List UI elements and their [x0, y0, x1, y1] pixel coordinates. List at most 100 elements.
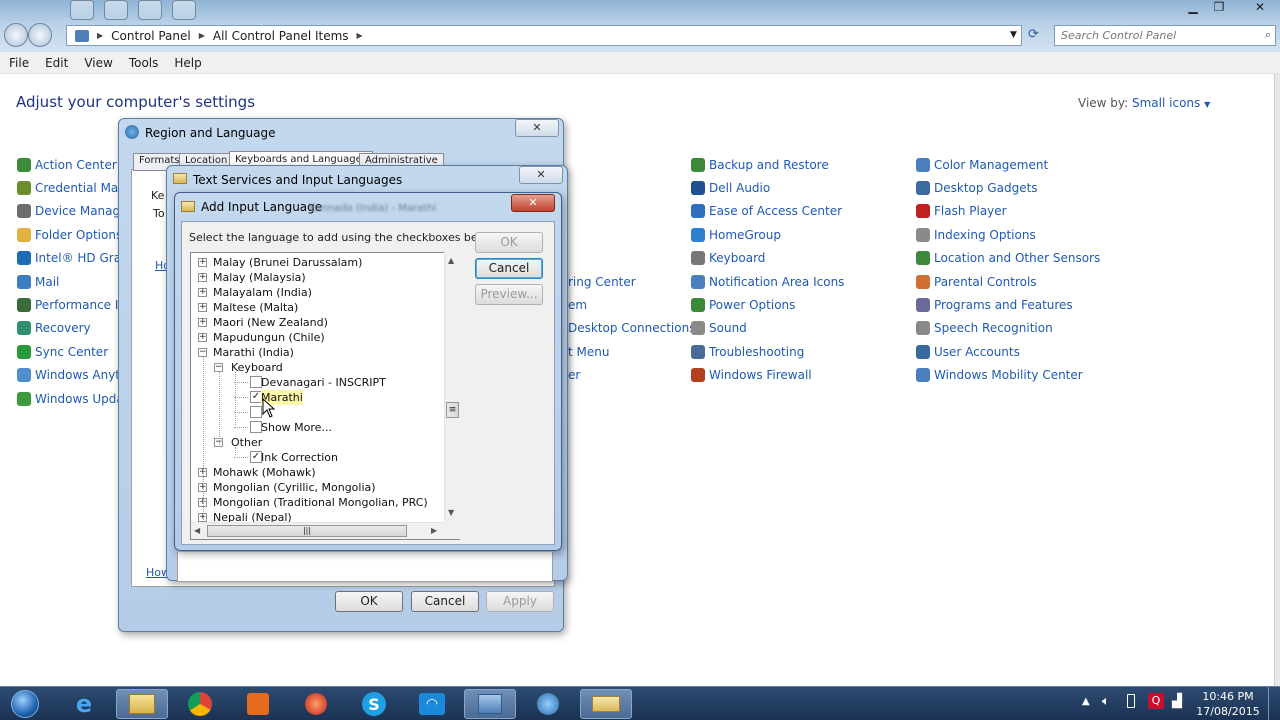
control-panel-item[interactable]: Keyboard [691, 247, 891, 270]
control-panel-item[interactable]: Desktop Gadgets [916, 176, 1116, 199]
control-panel-item[interactable]: HomeGroup [691, 223, 891, 246]
show-desktop-button[interactable] [1268, 687, 1280, 720]
control-panel-item[interactable]: User Accounts [916, 340, 1116, 363]
control-panel-item[interactable]: Intel® HD Graph [17, 247, 121, 270]
menu-help[interactable]: Help [174, 56, 201, 70]
control-panel-item[interactable]: Windows Anytim [17, 364, 121, 387]
control-panel-item[interactable]: Recovery [17, 317, 121, 340]
control-panel-item[interactable]: Windows Update [17, 387, 121, 410]
control-panel-item[interactable]: Speech Recognition [916, 317, 1116, 340]
control-panel-item[interactable]: Dell Audio [691, 176, 891, 199]
region-cancel-button[interactable]: Cancel [411, 591, 479, 612]
expand-icon[interactable]: + [198, 318, 207, 327]
taskbar-control-panel[interactable] [464, 689, 516, 719]
forward-button[interactable] [28, 23, 52, 47]
control-panel-item[interactable]: Desktop Connections [568, 317, 695, 340]
tree-item-label[interactable]: Mapudungun (Chile) [213, 330, 325, 345]
control-panel-item[interactable]: Power Options [691, 293, 891, 316]
close-button[interactable]: ✕ [515, 119, 559, 137]
tree-item-label[interactable]: Mongolian (Traditional Mongolian, PRC) [213, 495, 428, 510]
cancel-button[interactable]: Cancel [475, 258, 543, 279]
menu-tools[interactable]: Tools [129, 56, 159, 70]
close-window-button[interactable]: ✕ [1240, 0, 1280, 18]
control-panel-item[interactable]: er [568, 364, 686, 387]
restore-button[interactable]: ❐ [1208, 0, 1230, 18]
control-panel-item[interactable]: Device Manager [17, 200, 121, 223]
taskbar-wifi[interactable]: ◠ [406, 689, 458, 719]
control-panel-item[interactable]: Sound [691, 317, 891, 340]
taskbar-internet-explorer[interactable]: e [58, 689, 110, 719]
system-clock[interactable]: 10:46 PM 17/08/2015 [1196, 689, 1260, 719]
control-panel-item[interactable]: Backup and Restore [691, 153, 891, 176]
ok-button[interactable]: OK [475, 232, 543, 253]
taskbar-file-explorer[interactable] [116, 689, 168, 719]
control-panel-item[interactable]: Troubleshooting [691, 340, 891, 363]
tree-item-label[interactable]: Malay (Malaysia) [213, 270, 306, 285]
taskbar-text-services[interactable] [580, 689, 632, 719]
tree-item-label[interactable]: Keyboard [231, 360, 283, 375]
close-button[interactable]: ✕ [511, 194, 555, 212]
control-panel-item[interactable]: Location and Other Sensors [916, 247, 1116, 270]
horizontal-scroll-thumb[interactable]: ||| [207, 525, 407, 537]
taskbar-skype[interactable]: S [348, 689, 400, 719]
menu-edit[interactable]: Edit [45, 56, 68, 70]
taskbar-media-player[interactable] [232, 689, 284, 719]
tree-vertical-scrollbar[interactable]: ▲ ≡ ▼ [444, 252, 460, 522]
region-apply-button[interactable]: Apply [486, 591, 554, 612]
control-panel-item[interactable]: Action Center [17, 153, 121, 176]
control-panel-item[interactable]: Performance Info [17, 293, 121, 316]
control-panel-item[interactable]: Folder Options [17, 223, 121, 246]
region-ok-button[interactable]: OK [335, 591, 403, 612]
back-button[interactable] [4, 23, 28, 47]
taskbar-region-language[interactable] [522, 689, 574, 719]
expand-icon[interactable]: + [198, 333, 207, 342]
taskbar-chrome[interactable] [174, 689, 226, 719]
control-panel-item[interactable]: t Menu [568, 340, 686, 363]
volume-icon[interactable]: 🔈︎ [1102, 694, 1110, 709]
control-panel-item[interactable]: Indexing Options [916, 223, 1116, 246]
control-panel-item[interactable]: Ease of Access Center [691, 200, 891, 223]
scroll-up-icon[interactable]: ▲ [448, 256, 454, 265]
control-panel-item[interactable]: Sync Center [17, 340, 121, 363]
tree-item-label[interactable]: Malayalam (India) [213, 285, 312, 300]
scroll-thumb[interactable]: ≡ [446, 402, 459, 418]
control-panel-item[interactable]: Flash Player [916, 200, 1116, 223]
control-panel-item[interactable]: Color Management [916, 153, 1116, 176]
scroll-left-icon[interactable]: ◀ [194, 526, 200, 535]
menu-view[interactable]: View [84, 56, 112, 70]
expand-icon[interactable]: + [198, 288, 207, 297]
show-hidden-icons[interactable]: ▲ [1082, 696, 1090, 707]
control-panel-item[interactable]: em [568, 293, 686, 316]
language-checkbox[interactable] [250, 406, 262, 418]
breadcrumb-all-items[interactable]: All Control Panel Items [213, 29, 349, 43]
expand-icon[interactable]: + [198, 258, 207, 267]
control-panel-item[interactable]: ring Center [568, 270, 686, 293]
control-panel-item[interactable]: Mail [17, 270, 121, 293]
battery-icon[interactable] [1127, 694, 1135, 708]
preview-button[interactable]: Preview... [475, 284, 543, 305]
search-icon[interactable]: ⌕ [1265, 28, 1271, 42]
tree-item-label[interactable]: Mongolian (Cyrillic, Mongolia) [213, 480, 376, 495]
taskbar-app[interactable] [290, 689, 342, 719]
tree-item-label[interactable]: Maltese (Malta) [213, 300, 298, 315]
expand-icon[interactable]: + [198, 303, 207, 312]
security-icon[interactable]: Q [1148, 693, 1164, 709]
page-scrollbar[interactable] [1274, 74, 1280, 686]
refresh-icon[interactable]: ⟳ [1028, 27, 1039, 42]
tree-item-label[interactable]: Malay (Brunei Darussalam) [213, 255, 362, 270]
scroll-down-icon[interactable]: ▼ [448, 508, 454, 517]
control-panel-item[interactable]: Notification Area Icons [691, 270, 891, 293]
scroll-right-icon[interactable]: ▶ [431, 526, 437, 535]
minimize-button[interactable]: ▁ [1182, 0, 1204, 18]
tree-item-label[interactable]: Marathi (India) [213, 345, 294, 360]
close-button[interactable]: ✕ [519, 166, 563, 184]
control-panel-item[interactable]: Windows Firewall [691, 364, 891, 387]
start-button[interactable] [2, 689, 48, 719]
network-icon[interactable]: ▟ [1172, 694, 1182, 709]
view-by-dropdown[interactable]: Small icons ▼ [1132, 96, 1210, 110]
control-panel-item[interactable]: Credential Mana [17, 176, 121, 199]
address-dropdown-icon[interactable]: ▼ [1010, 30, 1017, 40]
tree-horizontal-scrollbar[interactable]: ◀ ||| ▶ [191, 522, 444, 539]
collapse-icon[interactable]: − [214, 363, 223, 372]
tree-item-label[interactable]: Mohawk (Mohawk) [213, 465, 316, 480]
